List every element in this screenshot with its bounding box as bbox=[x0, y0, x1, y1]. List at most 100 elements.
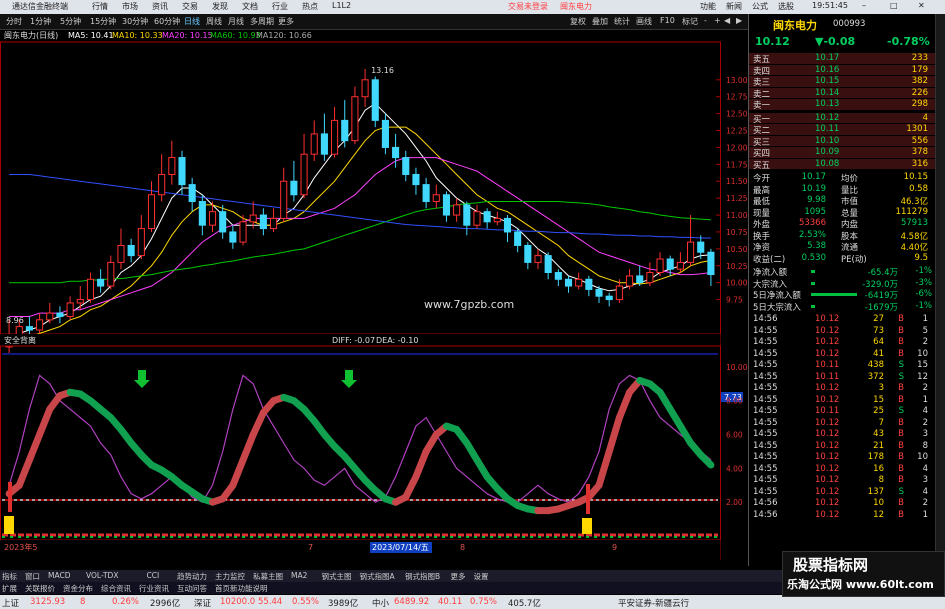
bottom-tab[interactable]: 互动问答 bbox=[177, 583, 207, 594]
period-tab[interactable]: 15分钟 bbox=[90, 16, 116, 27]
menu-item[interactable]: 行业 bbox=[272, 1, 288, 12]
menu-item[interactable]: 发现 bbox=[212, 1, 228, 12]
clock: 19:51:45 bbox=[812, 1, 848, 10]
candle-down bbox=[697, 241, 705, 253]
period-tab[interactable]: 5分钟 bbox=[60, 16, 81, 27]
menu-item[interactable]: 市场 bbox=[122, 1, 138, 12]
bottom-tab[interactable]: 私募主图 bbox=[253, 571, 283, 582]
menu-item[interactable]: 文档 bbox=[242, 1, 258, 12]
stat-value: 10.19 bbox=[801, 183, 826, 194]
tick-time: 14:55 bbox=[753, 394, 778, 405]
bottom-tab[interactable]: 关联报价 bbox=[25, 583, 55, 594]
toolbar-button[interactable]: 叠加 bbox=[592, 16, 608, 27]
bottom-tab[interactable]: 钢式指图B bbox=[405, 571, 440, 582]
scroll-right-button[interactable]: ▶ bbox=[736, 16, 742, 25]
index-sz-label[interactable]: 深证 bbox=[194, 597, 211, 609]
menu-item[interactable]: 热点 bbox=[302, 1, 318, 12]
zoom-out-button[interactable]: - bbox=[704, 16, 707, 25]
chart-area[interactable]: 闽东电力(日线) MA5: 10.41 MA10: 10.33 MA20: 10… bbox=[0, 30, 748, 560]
menu-item[interactable]: L1L2 bbox=[332, 1, 351, 10]
bottom-tab[interactable]: 综合资讯 bbox=[101, 583, 131, 594]
bottom-tab[interactable]: MA2 bbox=[291, 571, 307, 580]
candle-down bbox=[524, 244, 532, 263]
tick-count: 1 bbox=[922, 314, 928, 324]
bid-price: 10.12 bbox=[815, 112, 840, 123]
menu-item[interactable]: 行情 bbox=[92, 1, 108, 12]
bottom-tab[interactable]: VOL-TDX bbox=[86, 571, 118, 580]
period-tab[interactable]: 月线 bbox=[228, 16, 244, 27]
tick-time: 14:55 bbox=[753, 440, 778, 451]
stat-row: 最高 10.19 量比 0.58 bbox=[749, 183, 936, 196]
period-tab-active[interactable]: 日线 bbox=[184, 16, 200, 27]
menu-item[interactable]: 功能 bbox=[700, 1, 716, 12]
period-tab[interactable]: 1分钟 bbox=[30, 16, 51, 27]
candle-down bbox=[290, 180, 298, 196]
period-tab[interactable]: 多周期 bbox=[250, 16, 274, 27]
stat-value: 0.58 bbox=[909, 183, 928, 194]
tick-price: 10.11 bbox=[815, 360, 840, 370]
right-scrollbar[interactable] bbox=[935, 14, 945, 566]
period-tab[interactable]: 30分钟 bbox=[122, 16, 148, 27]
bottom-tab[interactable]: 窗口 bbox=[25, 571, 40, 582]
bid-volume: 316 bbox=[911, 158, 928, 169]
tick-time: 14:55 bbox=[753, 463, 778, 474]
bottom-tab[interactable]: CCI bbox=[147, 571, 160, 580]
bottom-tab[interactable]: 指标 bbox=[2, 571, 17, 582]
bottom-tab[interactable]: 设置 bbox=[474, 571, 489, 582]
index-sh-change: 8 bbox=[80, 597, 86, 607]
menu-item[interactable]: 公式 bbox=[752, 1, 768, 12]
tick-row: 14:56 10.12 10 B 2 bbox=[749, 498, 936, 509]
toolbar-button[interactable]: 统计 bbox=[614, 16, 630, 27]
period-tab[interactable]: 60分钟 bbox=[154, 16, 180, 27]
period-tab[interactable]: 更多 bbox=[278, 16, 294, 27]
toolbar-button[interactable]: 复权 bbox=[570, 16, 586, 27]
menu-item[interactable]: 新闻 bbox=[726, 1, 742, 12]
tick-price: 10.12 bbox=[815, 314, 840, 324]
index-sh-label[interactable]: 上证 bbox=[2, 597, 19, 609]
toolbar-button[interactable]: F10 bbox=[660, 16, 675, 25]
candle-down bbox=[554, 272, 562, 280]
bottom-tab[interactable]: 钢式主图 bbox=[322, 571, 352, 582]
close-icon[interactable]: ✕ bbox=[918, 1, 925, 10]
bottom-tab[interactable]: MACD bbox=[48, 571, 70, 580]
login-status[interactable]: 交易未登录 bbox=[508, 1, 548, 12]
tick-count: 10 bbox=[917, 452, 928, 462]
tick-count: 2 bbox=[922, 383, 928, 393]
price-tick-label: 9.75 bbox=[726, 296, 743, 305]
stat-value: 9.98 bbox=[807, 195, 826, 205]
menu-item[interactable]: 选股 bbox=[778, 1, 794, 12]
flow-value: -6419万 bbox=[864, 291, 898, 301]
menu-item[interactable]: 资讯 bbox=[152, 1, 168, 12]
ask-label: 卖三 bbox=[753, 78, 771, 88]
bottom-tab[interactable]: 资金分布 bbox=[63, 583, 93, 594]
toolbar-button[interactable]: 画线 bbox=[636, 16, 652, 27]
menu-item[interactable]: 交易 bbox=[182, 1, 198, 12]
candle-down bbox=[198, 201, 206, 226]
index-zx-label[interactable]: 中小 bbox=[372, 597, 389, 609]
tick-volume: 137 bbox=[867, 486, 884, 497]
flow-value: -65.4万 bbox=[867, 268, 899, 278]
tick-row: 14:55 10.12 137 S 4 bbox=[749, 487, 936, 498]
bottom-tab[interactable]: 趋势动力 bbox=[177, 571, 207, 582]
maximize-icon[interactable]: □ bbox=[890, 1, 898, 10]
bottom-tab[interactable]: 首页新功能说明 bbox=[215, 583, 268, 594]
bottom-tab[interactable]: 更多 bbox=[451, 571, 466, 582]
zoom-in-button[interactable]: + bbox=[714, 16, 721, 25]
toolbar-button[interactable]: 标记 bbox=[682, 16, 698, 27]
bottom-tab[interactable]: 主力监控 bbox=[215, 571, 245, 582]
period-tab[interactable]: 分时 bbox=[6, 16, 22, 27]
candle-up bbox=[361, 79, 369, 98]
candle-down bbox=[219, 211, 227, 233]
scroll-left-button[interactable]: ◀ bbox=[724, 16, 730, 25]
bottom-tab[interactable]: 扩展 bbox=[2, 583, 17, 594]
ask-volume: 179 bbox=[911, 64, 928, 75]
minimize-icon[interactable]: – bbox=[862, 1, 866, 10]
stock-tab[interactable]: 闽东电力 bbox=[560, 1, 592, 12]
bottom-tab[interactable]: 行业资讯 bbox=[139, 583, 169, 594]
tick-volume: 43 bbox=[873, 429, 884, 439]
period-tab[interactable]: 周线 bbox=[206, 16, 222, 27]
index-sz-pct: 0.55% bbox=[292, 597, 320, 607]
stat-label: 现量 bbox=[753, 208, 771, 219]
tick-price: 10.12 bbox=[815, 486, 840, 497]
bottom-tab[interactable]: 钢式指图A bbox=[360, 571, 395, 582]
